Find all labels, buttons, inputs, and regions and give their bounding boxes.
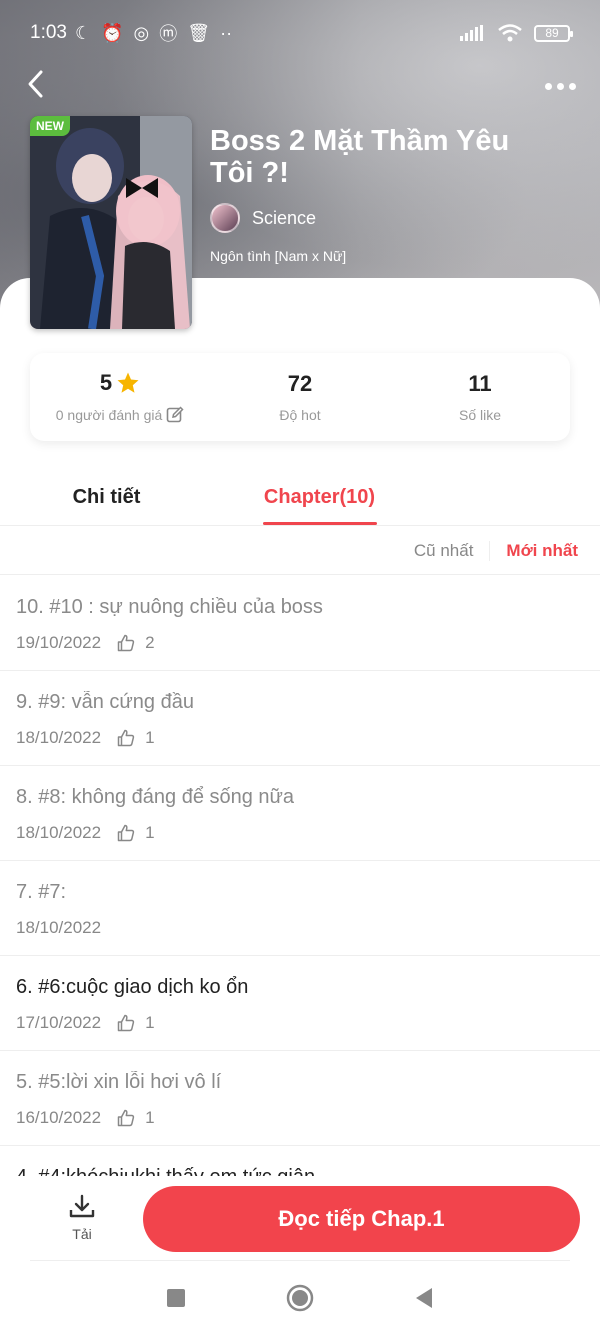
chapter-date: 19/10/2022 (16, 633, 102, 652)
chapter-likes: 2 (145, 633, 155, 652)
hot-label: Độ hot (279, 407, 321, 423)
likes-value: 11 (468, 371, 492, 396)
notification-icons: ☾ ⏰ ◎ ⓜ 🗑 ·· (75, 20, 232, 46)
chapter-title: 8. #8: không đáng để sống nữa (16, 786, 295, 808)
chapter-item[interactable]: 10. #10 : sự nuông chiều của boss 19/10/… (0, 576, 600, 671)
chapter-item[interactable]: 4. #4:khóchịukhi thấy em tức giận (0, 1146, 600, 1176)
likes-stat: 11 Số like (390, 353, 570, 441)
tab-chapters[interactable]: Chapter(10) (213, 470, 426, 525)
sort-newest-button[interactable]: Mới nhất (490, 541, 578, 561)
system-nav-bar (0, 1262, 600, 1333)
chapter-title: 10. #10 : sự nuông chiều của boss (16, 596, 323, 618)
author-name: Science (252, 207, 317, 228)
status-bar: 1:03 ☾ ⏰ ◎ ⓜ 🗑 ·· 89 (0, 0, 600, 66)
trash-icon: 🗑 (187, 22, 211, 43)
chapter-likes: 1 (145, 1013, 155, 1032)
chapter-title: 5. #5:lời xin lỗi hơi vô lí (16, 1071, 222, 1093)
chapter-title: 9. #9: vẫn cứng đầu (16, 691, 194, 713)
thumbs-up-icon (117, 729, 135, 747)
chapter-title: 7. #7: (16, 881, 67, 903)
bottom-action-bar: Tải Đọc tiếp Chap.1 (0, 1176, 600, 1261)
app-icon: ⓜ (159, 24, 178, 44)
home-icon[interactable] (286, 1284, 314, 1312)
chapter-date: 18/10/2022 (16, 823, 102, 842)
chapter-date: 18/10/2022 (16, 728, 102, 747)
chapter-title: 6. #6:cuộc giao dịch ko ổn (16, 976, 249, 998)
tab-details[interactable]: Chi tiết (0, 470, 213, 525)
more-dot-icon (556, 82, 564, 90)
more-dot-icon (568, 82, 576, 90)
rating-value: 5 (99, 370, 113, 395)
author-link[interactable]: Science (210, 203, 316, 233)
download-label: Tải (72, 1226, 92, 1242)
new-badge: NEW (30, 116, 70, 136)
chevron-left-icon (28, 70, 43, 98)
sort-bar: Cũ nhất Mới nhất (0, 527, 600, 575)
thumbs-up-icon (117, 1109, 135, 1127)
cover-artwork (30, 116, 192, 329)
chapter-date: 16/10/2022 (16, 1108, 102, 1127)
back-nav-icon[interactable] (414, 1287, 434, 1309)
chapter-title: 4. #4:khóchịukhi thấy em tức giận (16, 1166, 584, 1176)
chapter-likes: 1 (145, 1108, 155, 1127)
hot-stat: 72 Độ hot (210, 353, 390, 441)
alarm-icon: ⏰ (101, 22, 124, 43)
chapter-item[interactable]: 7. #7: 18/10/2022 (0, 861, 600, 956)
chapter-likes: 1 (145, 728, 155, 747)
book-title: Boss 2 Mặt Thầm Yêu Tôi ?! (210, 125, 510, 189)
thumbs-up-icon (117, 824, 135, 842)
rating-label: 0 người đánh giá (55, 407, 163, 423)
chapter-item[interactable]: 9. #9: vẫn cứng đầu 18/10/2022 1 (0, 671, 600, 766)
battery-icon: 89 (534, 24, 573, 42)
edit-icon[interactable] (166, 406, 184, 424)
continue-reading-button[interactable]: Đọc tiếp Chap.1 (143, 1186, 580, 1252)
chapter-date: 18/10/2022 (16, 918, 102, 937)
star-icon (117, 372, 139, 393)
genre-label[interactable]: Ngôn tình [Nam x Nữ] (210, 248, 346, 264)
book-cover[interactable]: NEW (30, 116, 192, 329)
chapter-likes: 1 (145, 823, 155, 842)
more-options-button[interactable] (542, 74, 578, 98)
hot-value: 72 (287, 371, 313, 396)
thumbs-up-icon (117, 634, 135, 652)
more-notifications-icon: ·· (220, 22, 233, 43)
tab-bar: Chi tiết Chapter(10) (0, 470, 600, 526)
status-right: 89 (460, 24, 573, 42)
messenger-icon: ◎ (133, 22, 150, 43)
chapter-list: 10. #10 : sự nuông chiều của boss 19/10/… (0, 576, 600, 1176)
moon-icon: ☾ (74, 22, 92, 43)
battery-level: 89 (545, 26, 559, 40)
chapter-item[interactable]: 6. #6:cuộc giao dịch ko ổn 17/10/2022 1 (0, 956, 600, 1051)
sort-oldest-button[interactable]: Cũ nhất (414, 540, 491, 561)
signal-icon (460, 25, 483, 41)
download-button[interactable]: Tải (62, 1194, 102, 1252)
divider (30, 1260, 570, 1261)
author-avatar (210, 203, 240, 233)
thumbs-up-icon (117, 1014, 135, 1032)
download-icon (69, 1194, 95, 1218)
status-time: 1:03 (30, 22, 67, 43)
chapter-item[interactable]: 8. #8: không đáng để sống nữa 18/10/2022… (0, 766, 600, 861)
chapter-item[interactable]: 5. #5:lời xin lỗi hơi vô lí 16/10/2022 1 (0, 1051, 600, 1146)
wifi-icon (498, 24, 522, 42)
stats-card: 5 0 người đánh giá 72 Độ hot 11 Số like (30, 353, 570, 441)
chapter-date: 17/10/2022 (16, 1013, 102, 1032)
more-dot-icon (544, 82, 552, 90)
back-button[interactable] (20, 66, 50, 102)
likes-label: Số like (458, 407, 502, 423)
recent-apps-icon[interactable] (166, 1288, 186, 1308)
rating-stat[interactable]: 5 0 người đánh giá (30, 353, 210, 441)
